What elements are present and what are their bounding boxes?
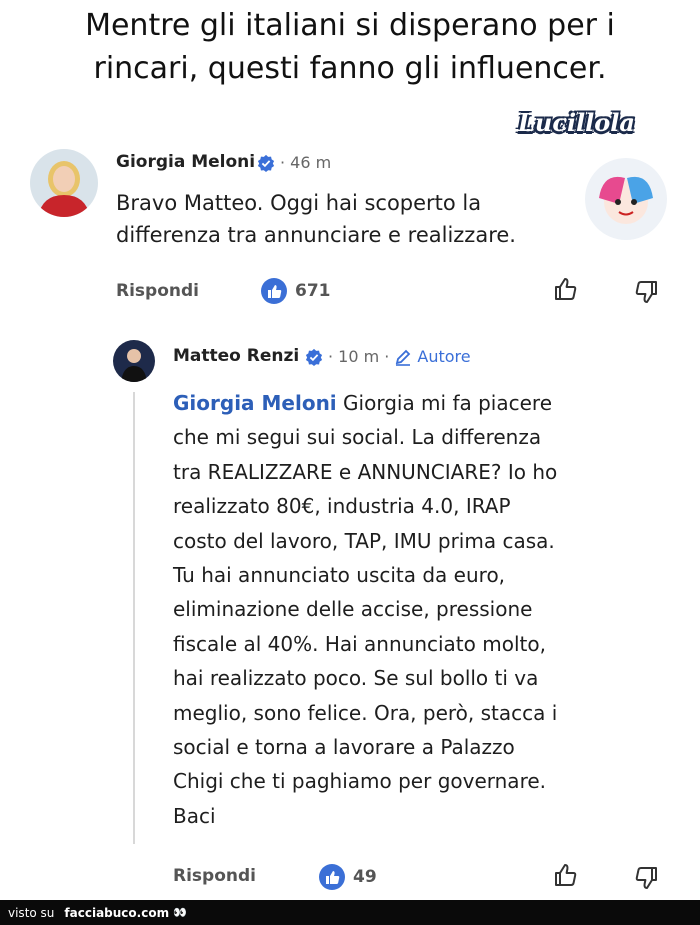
comment-text-line-2: differenza tra annunciare e realizzare. (116, 223, 516, 247)
thread-line (133, 392, 135, 844)
verified-badge-icon (257, 154, 275, 172)
eyes-icon: 👀 (173, 906, 187, 919)
like-count-value: 49 (353, 867, 377, 887)
reply-line: eliminazione delle accise, pressione (173, 597, 533, 622)
avatar-meloni[interactable] (30, 149, 98, 217)
reply-meta: · 10 m · Autore (305, 347, 471, 366)
author-signature: Lucillola (518, 108, 635, 137)
mention-link[interactable]: Giorgia Meloni (173, 391, 337, 415)
like-count[interactable]: 49 (319, 864, 377, 890)
comment-text: Bravo Matteo. Oggi hai scoperto la diffe… (116, 187, 516, 251)
comment-time: · 46 m (280, 153, 332, 172)
reply-line-1: Giorgia Meloni Giorgia mi fa piacere (173, 391, 553, 415)
comment-author[interactable]: Giorgia Meloni (116, 152, 255, 172)
like-count-value: 671 (295, 281, 331, 301)
pencil-icon (396, 349, 411, 366)
thumbs-up-icon[interactable] (552, 861, 580, 889)
caption-line-2: rincari, questi fanno gli influencer. (93, 51, 607, 86)
reply-line: tra REALIZZARE e ANNUNCIARE? Io ho (173, 459, 558, 484)
reply-line: Baci (173, 803, 216, 828)
like-icon (261, 278, 287, 304)
avatar-renzi[interactable] (113, 340, 155, 382)
thumbs-down-icon[interactable] (632, 864, 660, 892)
like-icon (319, 864, 345, 890)
verified-badge-icon (305, 348, 323, 366)
watermark-bar: visto su facciabuco.com 👀 (0, 900, 700, 925)
like-count[interactable]: 671 (261, 278, 331, 304)
reply-line: social e torna a lavorare a Palazzo (173, 735, 515, 760)
meme-caption: Mentre gli italiani si disperano per i r… (0, 4, 700, 90)
reply-time: · 10 m · (328, 347, 390, 366)
watermark-site[interactable]: facciabuco.com (64, 906, 169, 920)
comment-meta: · 46 m (257, 153, 331, 172)
reply-text: Giorgia Meloni Giorgia mi fa piacere che… (173, 386, 557, 833)
reply-button[interactable]: Rispondi (116, 281, 199, 301)
reply-line: Tu hai annunciato uscita da euro, (173, 563, 506, 588)
thumbs-up-icon[interactable] (552, 275, 580, 303)
reply-line: Chigi che ti paghiamo per governare. (173, 769, 547, 794)
reply-line: realizzato 80€, industria 4.0, IRAP (173, 494, 511, 519)
reply-line: meglio, sono felice. Ora, però, stacca i (173, 700, 558, 725)
reply-line: che mi segui sui social. La differenza (173, 425, 542, 450)
thumbs-down-icon[interactable] (632, 278, 660, 306)
reply-line: hai realizzato poco. Se sul bollo ti va (173, 666, 539, 691)
reply-button[interactable]: Rispondi (173, 866, 256, 886)
comment-text-line-1: Bravo Matteo. Oggi hai scoperto la (116, 191, 482, 215)
author-badge: Autore (417, 347, 471, 366)
reply-author[interactable]: Matteo Renzi (173, 346, 299, 366)
watermark-prefix: visto su (8, 905, 55, 920)
reply-line: costo del lavoro, TAP, IMU prima casa. (173, 528, 555, 553)
sticker-harley-quinn (585, 158, 667, 240)
reply-line: fiscale al 40%. Hai annunciato molto, (173, 631, 546, 656)
caption-line-1: Mentre gli italiani si disperano per i (85, 8, 615, 43)
